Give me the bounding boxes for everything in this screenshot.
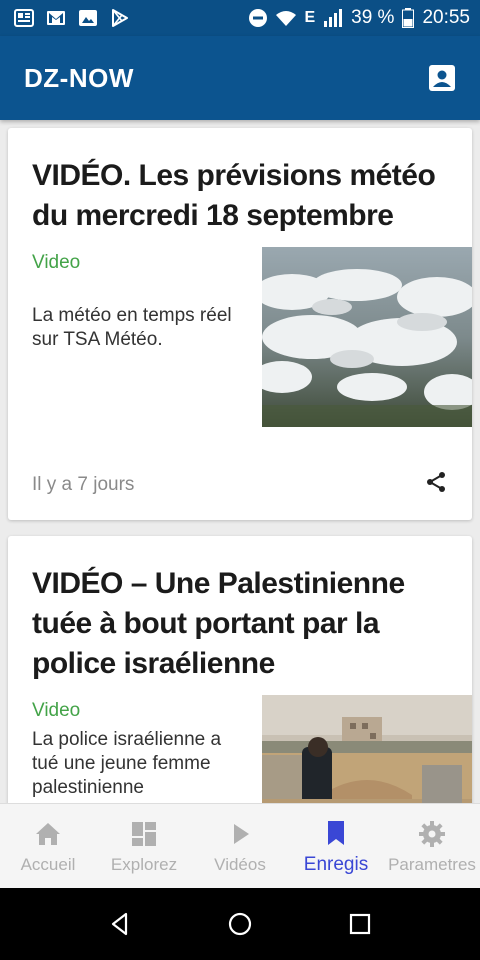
recents-icon[interactable] [347, 911, 373, 937]
gear-icon [419, 820, 445, 847]
notification-icons [14, 8, 130, 28]
nav-label: Parametres [388, 854, 476, 874]
nav-label: Accueil [20, 854, 76, 874]
play-icon [234, 823, 249, 844]
article-summary: La météo en temps réel sur TSA Météo. [32, 305, 232, 350]
home-button-icon[interactable] [227, 911, 253, 937]
article-card[interactable]: VIDÉO – Une Palestinienne tuée à bout po… [8, 536, 472, 803]
clock: 20:55 [422, 7, 470, 28]
aerial-clouds-image [262, 247, 472, 427]
dashboard-icon [132, 821, 156, 846]
share-icon[interactable] [424, 470, 448, 494]
account-box-icon[interactable] [428, 64, 456, 92]
signal-icon [324, 9, 343, 27]
article-title[interactable]: VIDÉO. Les prévisions météo du mercredi … [32, 156, 436, 236]
article-thumbnail[interactable] [262, 247, 472, 427]
nav-label: Explorez [110, 854, 178, 874]
article-summary: La police israélienne a tué une jeune fe… [32, 729, 222, 798]
article-thumbnail[interactable] [262, 695, 472, 803]
play-store-icon [112, 9, 128, 27]
battery-icon [402, 8, 415, 28]
dnd-icon [249, 9, 268, 27]
gmail-icon [47, 11, 65, 25]
network-type: E [304, 9, 316, 26]
checkpoint-scene-image [262, 695, 472, 803]
article-tag: Video [32, 252, 81, 273]
article-date: Il y a 7 jours [32, 474, 135, 495]
nav-item-enregis[interactable]: Enregis [288, 804, 384, 889]
system-navigation-bar [0, 888, 480, 960]
article-tag: Video [32, 700, 81, 721]
wifi-icon [276, 11, 297, 26]
system-status: E 39 % 20:55 [248, 7, 470, 29]
article-card[interactable]: VIDÉO. Les prévisions météo du mercredi … [8, 128, 472, 520]
app-title: DZ-NOW [24, 62, 134, 93]
bookmark-icon [328, 820, 344, 845]
news-icon [14, 9, 34, 27]
article-title[interactable]: VIDÉO – Une Palestinienne tuée à bout po… [32, 564, 436, 684]
nav-label: Vidéos [214, 854, 266, 874]
app-bar: DZ-NOW [0, 36, 480, 120]
image-icon [79, 10, 97, 26]
nav-item-parametres[interactable]: Parametres [384, 804, 480, 889]
nav-item-explorez[interactable]: Explorez [96, 804, 192, 889]
back-icon[interactable] [107, 911, 133, 937]
article-feed[interactable]: VIDÉO. Les prévisions météo du mercredi … [0, 120, 480, 803]
nav-item-videos[interactable]: Vidéos [192, 804, 288, 889]
battery-percent: 39 % [351, 7, 395, 28]
status-bar: E 39 % 20:55 [0, 0, 480, 36]
home-icon [36, 822, 60, 845]
bottom-navigation: Accueil Explorez Vidéos Enregis Parametr… [0, 803, 480, 889]
nav-label: Enregis [303, 853, 369, 875]
nav-item-accueil[interactable]: Accueil [0, 804, 96, 889]
